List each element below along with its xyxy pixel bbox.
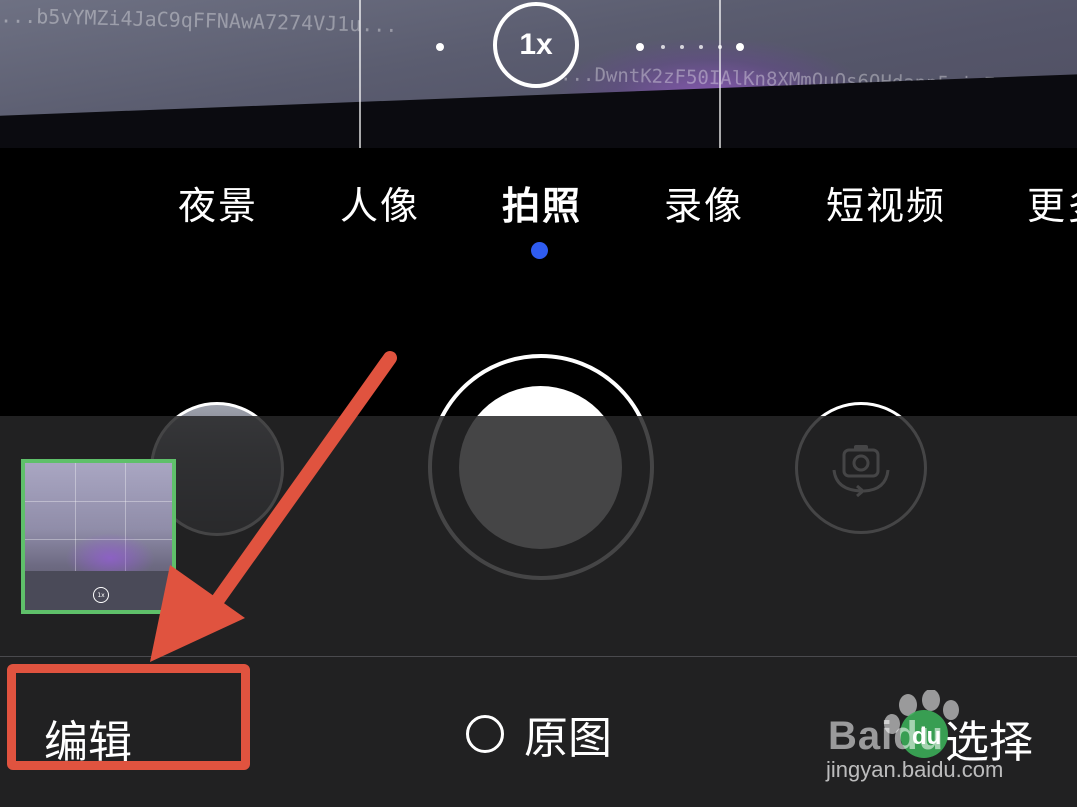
mode-photo[interactable]: 拍照 (502, 175, 582, 230)
camera-viewfinder[interactable]: ...b5vYMZi4JaC9qFFNAwA7274VJ1u... ...Dwn… (0, 0, 1077, 148)
mode-short-video[interactable]: 短视频 (826, 175, 946, 230)
watermark-url: jingyan.baidu.com (826, 757, 1004, 782)
thumbnail-zoom-indicator: 1x (93, 587, 109, 603)
zoom-dot[interactable] (436, 43, 444, 51)
zoom-dot-small (661, 45, 665, 49)
mode-night[interactable]: 夜景 (178, 175, 258, 230)
thumbnail-grid-line (25, 501, 172, 502)
zoom-dot-small (680, 45, 684, 49)
zoom-dot-small (699, 45, 703, 49)
grid-line (719, 0, 721, 148)
selected-photo-thumbnail[interactable]: 1x (21, 459, 176, 614)
bottom-bar-divider (0, 656, 1077, 657)
zoom-dot[interactable] (736, 43, 744, 51)
zoom-dot[interactable] (636, 43, 644, 51)
original-image-label: 原图 (524, 713, 612, 764)
annotation-highlight-box (7, 664, 250, 770)
mode-portrait[interactable]: 人像 (340, 175, 420, 230)
mode-more[interactable]: 更多 (1027, 175, 1077, 230)
zoom-button[interactable]: 1x (493, 2, 579, 88)
grid-line (359, 0, 361, 148)
watermark-logo-text: Baidu (828, 714, 945, 758)
zoom-dot-small (718, 45, 722, 49)
active-mode-indicator (531, 242, 548, 259)
camera-mode-bar: 夜景 人像 拍照 录像 短视频 更多 (0, 175, 1077, 235)
radio-icon[interactable] (466, 715, 504, 753)
original-image-toggle[interactable]: 原图 (466, 708, 612, 764)
mode-video[interactable]: 录像 (664, 175, 744, 230)
